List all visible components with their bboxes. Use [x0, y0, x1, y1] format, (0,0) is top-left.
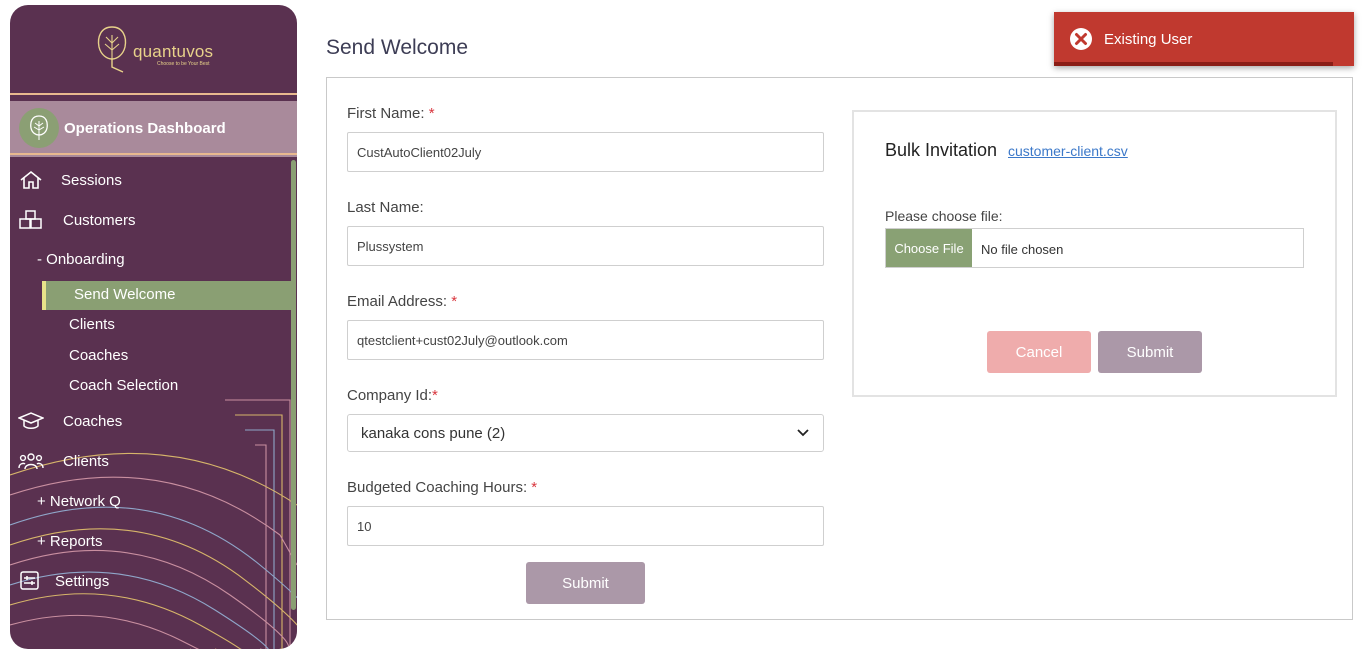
sidebar: quantuvos Choose to be Your Best Operati… — [10, 5, 297, 649]
required-mark: * — [531, 479, 538, 496]
required-mark: * — [432, 387, 438, 404]
home-icon — [20, 170, 42, 189]
toast-message: Existing User — [1104, 31, 1193, 48]
sidebar-item-coaches[interactable]: Coaches — [10, 409, 290, 433]
sidebar-scrollbar[interactable] — [291, 160, 296, 610]
sidebar-item-reports[interactable]: + Reports — [37, 533, 102, 550]
hours-input[interactable] — [347, 506, 824, 546]
sidebar-item-clients[interactable]: Clients — [10, 449, 290, 473]
chevron-down-icon — [797, 429, 809, 437]
sidebar-item-customers[interactable]: Customers — [10, 208, 290, 232]
sidebar-item-label: Sessions — [61, 171, 122, 189]
users-icon — [18, 453, 44, 470]
bulk-submit-button[interactable]: Submit — [1098, 331, 1202, 373]
email-input[interactable] — [347, 320, 824, 360]
company-label: Company Id:* — [347, 387, 438, 404]
graduation-cap-icon — [18, 412, 44, 429]
divider — [10, 153, 297, 155]
sidebar-item-label: Send Welcome — [74, 286, 176, 303]
last-name-label: Last Name: — [347, 199, 424, 216]
csv-template-link[interactable]: customer-client.csv — [1008, 143, 1128, 159]
first-name-label: First Name: * — [347, 105, 435, 122]
sidebar-item-label: Settings — [55, 572, 110, 590]
choose-file-button[interactable]: Choose File — [886, 229, 972, 267]
sidebar-item-label: Customers — [63, 211, 136, 229]
avatar — [19, 108, 59, 148]
boxes-icon — [19, 210, 42, 229]
error-toast[interactable]: Existing User — [1054, 12, 1354, 66]
last-name-input[interactable] — [347, 226, 824, 266]
brand-logo[interactable]: quantuvos Choose to be Your Best — [10, 5, 297, 95]
first-name-input[interactable] — [347, 132, 824, 172]
divider — [10, 93, 297, 95]
sidebar-item-coaches-sub[interactable]: Coaches — [69, 347, 128, 364]
cancel-button[interactable]: Cancel — [987, 331, 1091, 373]
file-label: Please choose file: — [885, 208, 1003, 224]
toast-progress-bar — [1054, 62, 1333, 66]
sidebar-item-settings[interactable]: Settings — [10, 569, 290, 593]
sidebar-item-label: Coaches — [63, 412, 123, 430]
company-selected-value: kanaka cons pune (2) — [361, 425, 506, 442]
dashboard-title: Operations Dashboard — [64, 120, 226, 137]
sidebar-item-send-welcome[interactable]: Send Welcome — [42, 281, 291, 310]
required-mark: * — [428, 105, 435, 122]
no-file-text: No file chosen — [981, 242, 1064, 257]
sliders-icon — [20, 571, 39, 590]
sidebar-item-onboarding[interactable]: - Onboarding — [37, 251, 125, 268]
hours-label: Budgeted Coaching Hours: * — [347, 479, 538, 496]
error-icon — [1070, 28, 1092, 50]
brand-tagline: Choose to be Your Best — [157, 61, 210, 67]
tree-logo-icon — [97, 26, 127, 73]
email-label: Email Address: * — [347, 293, 458, 310]
submit-button[interactable]: Submit — [526, 562, 645, 604]
sidebar-item-clients-sub[interactable]: Clients — [69, 316, 115, 333]
sidebar-item-label: Clients — [63, 452, 109, 470]
file-input[interactable]: Choose File No file chosen — [885, 228, 1304, 268]
company-select[interactable]: kanaka cons pune (2) — [347, 414, 824, 452]
brand-name: quantuvos — [133, 42, 214, 61]
sidebar-item-sessions[interactable]: Sessions — [10, 168, 290, 192]
required-mark: * — [451, 293, 458, 310]
page-title: Send Welcome — [326, 36, 469, 59]
bulk-invitation-title: Bulk Invitation — [885, 140, 998, 160]
sidebar-item-network-q[interactable]: + Network Q — [37, 493, 121, 510]
sidebar-item-coach-selection[interactable]: Coach Selection — [69, 377, 178, 394]
tree-avatar-icon — [30, 115, 48, 140]
dashboard-header[interactable]: Operations Dashboard — [10, 101, 297, 157]
